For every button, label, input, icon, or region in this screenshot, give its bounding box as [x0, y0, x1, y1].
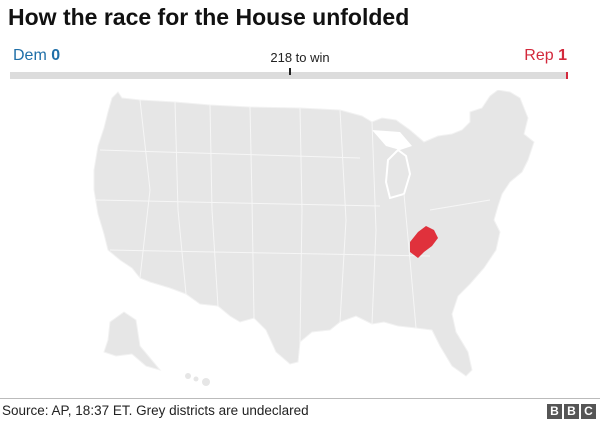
bbc-logo: B B C [547, 404, 596, 419]
footer-divider [0, 398, 600, 399]
contiguous-us-shape [93, 90, 535, 377]
seat-progress-bar [10, 68, 568, 79]
rep-tally: Rep 1 [524, 47, 567, 65]
logo-letter-b2: B [564, 404, 579, 419]
us-district-map [93, 90, 535, 386]
rep-label: Rep [524, 47, 554, 64]
alaska-shape [103, 311, 162, 371]
chart-title: How the race for the House unfolded [8, 4, 410, 30]
rep-seat-fill [566, 72, 568, 79]
hawaii-shape [185, 373, 210, 386]
logo-letter-c: C [581, 404, 596, 419]
rep-count: 1 [558, 47, 567, 64]
logo-letter-b1: B [547, 404, 562, 419]
majority-marker [288, 68, 291, 75]
to-win-label: 218 to win [270, 50, 330, 65]
source-note: Source: AP, 18:37 ET. Grey districts are… [2, 403, 309, 418]
